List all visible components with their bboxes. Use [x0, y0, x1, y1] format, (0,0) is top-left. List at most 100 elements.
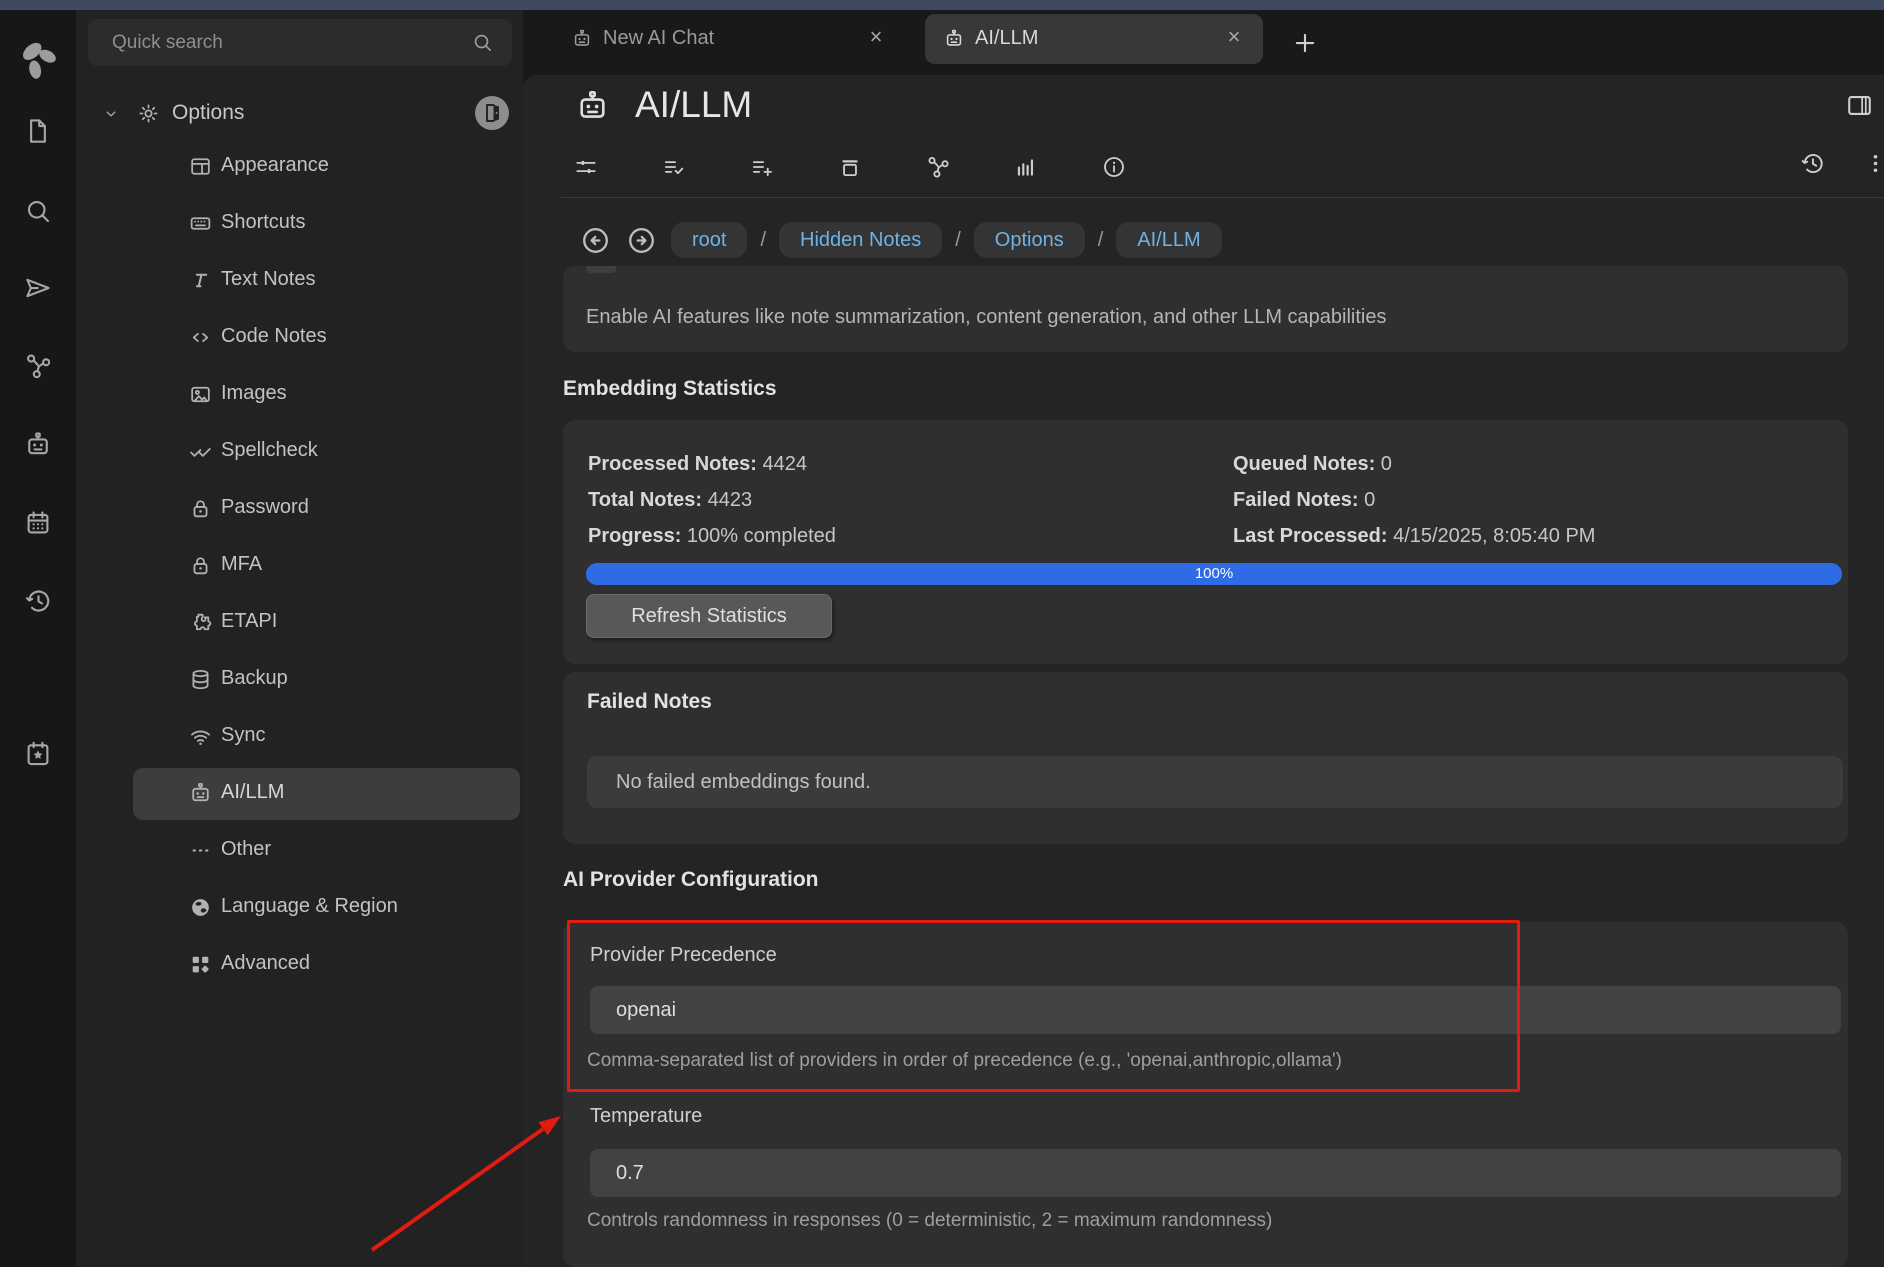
temperature-label: Temperature [590, 1105, 702, 1128]
sidebar-item-appearance[interactable]: Appearance [133, 141, 520, 193]
jump-to-icon[interactable] [23, 273, 53, 303]
sidebar-item-options[interactable]: Options [76, 95, 523, 135]
gear-icon [136, 101, 161, 126]
breadcrumb-item-root[interactable]: root [671, 222, 747, 258]
sidebar-item-label: Options [172, 101, 244, 125]
stat-total-notes: Total Notes: 4423 [588, 487, 836, 523]
info-icon[interactable] [1101, 154, 1127, 180]
bookmarks-icon[interactable] [23, 739, 53, 769]
note-tree-pane: Quick search Options Appearance Shortcuts… [76, 10, 523, 1267]
sidebar-item-label: Text Notes [221, 268, 315, 291]
input-value: 0.7 [616, 1149, 644, 1197]
sidebar-item-code-notes[interactable]: Code Notes [133, 312, 520, 364]
sidebar-item-ai-llm[interactable]: AI/LLM [133, 768, 520, 820]
double-check-icon [188, 439, 213, 464]
sidebar-item-password[interactable]: Password [133, 483, 520, 535]
recent-changes-icon[interactable] [23, 586, 53, 616]
kebab-menu-icon[interactable] [1862, 150, 1884, 177]
keyboard-icon [188, 211, 213, 236]
launcher-pane [0, 10, 76, 1267]
sidebar-item-backup[interactable]: Backup [133, 654, 520, 706]
sidebar-item-advanced[interactable]: Advanced [133, 939, 520, 991]
sidebar-item-label: Backup [221, 667, 288, 690]
list-check-icon[interactable] [661, 154, 687, 180]
arrow-left-icon[interactable] [579, 224, 612, 257]
sidebar-item-mfa[interactable]: MFA [133, 540, 520, 592]
italic-t-icon [188, 268, 213, 293]
embedding-progress-bar: 100% [586, 563, 1842, 585]
description-panel: Enable AI features like note summarizati… [563, 266, 1848, 352]
failed-notes-heading: Failed Notes [587, 690, 712, 714]
search-icon[interactable] [23, 196, 53, 226]
app-logo [15, 38, 61, 84]
wifi-icon [188, 724, 213, 749]
progress-label: 100% [586, 563, 1842, 585]
list-plus-icon[interactable] [749, 154, 775, 180]
note-revisions-icon[interactable] [1799, 150, 1826, 177]
tab-new-ai-chat[interactable]: New AI Chat × [553, 14, 905, 64]
sidebar-item-etapi[interactable]: ETAPI [133, 597, 520, 649]
lock-icon [188, 553, 213, 578]
provider-precedence-label: Provider Precedence [590, 944, 777, 967]
database-icon [188, 667, 213, 692]
close-icon[interactable]: × [863, 24, 889, 50]
sidebar-item-label: Appearance [221, 154, 329, 177]
sidebar-item-text-notes[interactable]: Text Notes [133, 255, 520, 307]
note-map-icon[interactable] [925, 154, 951, 180]
breadcrumb-item-hidden-notes[interactable]: Hidden Notes [779, 222, 942, 258]
stat-processed-notes: Processed Notes: 4424 [588, 451, 836, 487]
note-map-icon[interactable] [23, 351, 53, 381]
sidebar-item-label: Advanced [221, 952, 310, 975]
robot-icon [571, 28, 593, 50]
sidebar-item-sync[interactable]: Sync [133, 711, 520, 763]
sliders-icon[interactable] [573, 154, 599, 180]
temperature-input[interactable]: 0.7 [590, 1149, 1841, 1197]
sidebar-item-other[interactable]: Other [133, 825, 520, 877]
description-text: Enable AI features like note summarizati… [586, 306, 1386, 329]
code-icon [188, 325, 213, 350]
bar-chart-icon[interactable] [1013, 154, 1039, 180]
window-titlebar [0, 0, 1884, 10]
new-note-icon[interactable] [23, 116, 53, 146]
sidebar-item-label: ETAPI [221, 610, 277, 633]
sidebar-item-label: Language & Region [221, 895, 398, 918]
embedding-statistics-card: Processed Notes: 4424Total Notes: 4423Pr… [563, 420, 1848, 664]
robot-icon [943, 28, 965, 50]
breadcrumb-item-ai-llm[interactable]: AI/LLM [1116, 222, 1221, 258]
sidebar-item-label: AI/LLM [221, 781, 284, 804]
breadcrumb-separator: / [1098, 229, 1104, 252]
sidebar-item-label: Password [221, 496, 309, 519]
tab-ai-llm[interactable]: AI/LLM × [925, 14, 1263, 64]
close-icon[interactable]: × [1221, 24, 1247, 50]
breadcrumb-item-options[interactable]: Options [974, 222, 1085, 258]
sidebar-item-label: MFA [221, 553, 262, 576]
scrolled-element-fragment [586, 266, 616, 273]
unhoist-button[interactable] [475, 96, 509, 130]
stat-failed-notes: Failed Notes: 0 [1233, 487, 1595, 523]
note-title: AI/LLM [635, 84, 752, 126]
failed-notes-empty-box: No failed embeddings found. [587, 756, 1843, 808]
robot-icon [188, 781, 213, 806]
provider-precedence-input[interactable]: openai [590, 986, 1841, 1034]
chevron-down-icon[interactable] [102, 105, 120, 123]
failed-notes-card: Failed Notes No failed embeddings found. [563, 672, 1848, 844]
arrow-right-icon[interactable] [625, 224, 658, 257]
calendar-icon[interactable] [23, 508, 53, 538]
sidebar-item-language-region[interactable]: Language & Region [133, 882, 520, 934]
refresh-statistics-button[interactable]: Refresh Statistics [586, 594, 832, 638]
archive-icon[interactable] [837, 154, 863, 180]
quick-search-input[interactable]: Quick search [88, 19, 512, 66]
sidebar-item-shortcuts[interactable]: Shortcuts [133, 198, 520, 250]
puzzle-icon [188, 610, 213, 635]
quick-search-placeholder: Quick search [112, 19, 223, 66]
sidebar-item-images[interactable]: Images [133, 369, 520, 421]
app-window: Quick search Options Appearance Shortcuts… [0, 0, 1884, 1267]
right-panel-toggle-icon[interactable] [1845, 91, 1874, 120]
new-tab-button[interactable] [1290, 28, 1320, 58]
search-icon[interactable] [471, 31, 494, 54]
stats-left-column: Processed Notes: 4424Total Notes: 4423Pr… [588, 451, 836, 559]
sidebar-item-label: Sync [221, 724, 265, 747]
sidebar-item-spellcheck[interactable]: Spellcheck [133, 426, 520, 478]
ai-chat-icon[interactable] [23, 430, 53, 460]
breadcrumb-separator: / [955, 229, 961, 252]
